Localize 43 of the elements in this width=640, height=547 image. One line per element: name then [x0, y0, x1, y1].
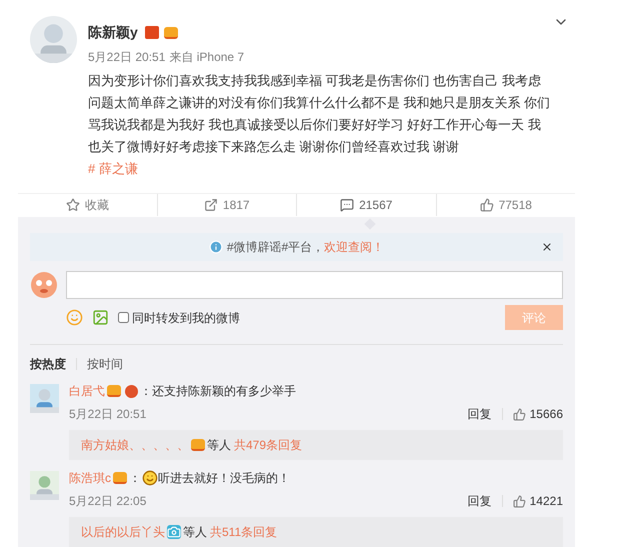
info-icon [208, 240, 223, 254]
post-source: 来自 iPhone 7 [169, 49, 244, 66]
reply-count-link[interactable]: 共479条回复 [234, 436, 302, 454]
reply-count-link[interactable]: 共511条回复 [210, 523, 278, 541]
reply-link[interactable]: 回复 [468, 405, 492, 423]
like-count: 14221 [530, 493, 563, 510]
repost-icon [204, 198, 218, 212]
repost-checkbox[interactable] [118, 312, 129, 323]
comment-text: ：还支持陈新颖的有多少举手 [140, 383, 296, 400]
repost-action[interactable]: 1817 [156, 194, 296, 216]
close-icon[interactable] [541, 241, 553, 253]
notice-text: #微博辟谣#平台， [226, 239, 324, 256]
comment-icon [340, 198, 354, 212]
author-name[interactable]: 陈新颖y [88, 22, 138, 43]
image-icon[interactable] [92, 309, 109, 326]
like-icon[interactable] [512, 408, 526, 420]
sort-tab[interactable]: 按热度 [30, 355, 66, 373]
sort-tab[interactable]: 按时间 [87, 355, 123, 373]
comment-text: 听进去就好！没毛病的！ [158, 470, 290, 487]
favorite-icon [66, 198, 80, 212]
commenter-name[interactable]: 白居弋 [69, 382, 105, 400]
post-time: 5月22日 20:51 [88, 49, 166, 66]
vip-icon [164, 26, 178, 38]
others-text: 等人 [183, 524, 207, 541]
comment-input[interactable] [66, 271, 563, 299]
comment-time: 5月22日 22:05 [69, 493, 146, 510]
favorite-action[interactable]: 收藏 [18, 194, 156, 216]
notice-link[interactable]: 欢迎查阅！ [324, 238, 384, 256]
replier-name[interactable]: 以后的以后丫头 [81, 523, 165, 541]
like-icon[interactable] [512, 494, 526, 508]
others-text: 等人 [207, 437, 231, 454]
like-icon [480, 198, 494, 212]
like-count: 15666 [530, 406, 563, 423]
repost-label: 同时转发到我的微博 [132, 310, 240, 326]
topic-link[interactable]: # 薛之谦 [88, 159, 138, 178]
post-text: 因为变形计你们喜欢我支持我我感到幸福 可我老是伤害你们 也伤害自己 我考虑问题太简单薛之谦讲的对没有你们我算什么什么都不是 我和她只是朋友关系 你们骂我说我都是为我好 我也真诚接受以后你们要好好学习 好好工作开心每一天 我也关了微博好好考虑接下来路怎么走 谢谢你们曾经喜欢过我 谢谢 [88, 72, 552, 156]
commenter-name[interactable]: 陈浩琪c [69, 469, 111, 487]
like-action[interactable]: 77518 [436, 194, 575, 216]
replier-name[interactable]: 南方姑娘、、、、、 [81, 436, 189, 454]
reply-link[interactable]: 回复 [468, 492, 492, 510]
colon: ： [129, 470, 141, 487]
comment-time: 5月22日 20:51 [69, 406, 146, 423]
emoji-icon[interactable] [66, 309, 83, 326]
